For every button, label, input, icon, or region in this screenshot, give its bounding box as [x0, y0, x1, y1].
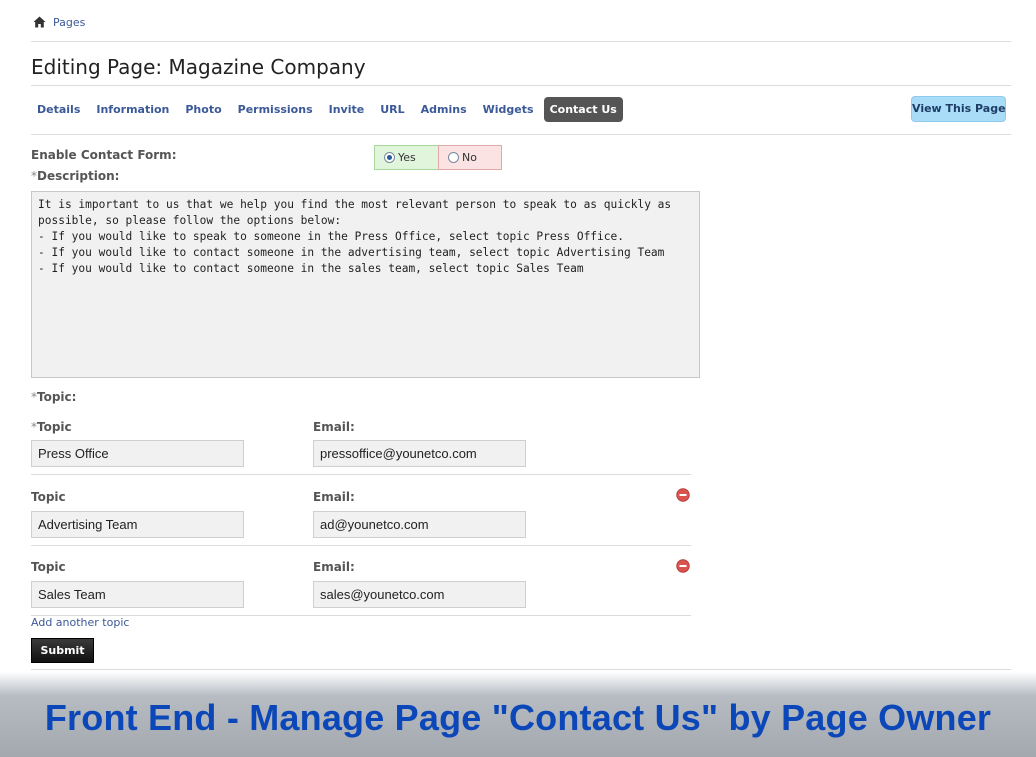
- page: Pages Editing Page: Magazine Company Det…: [0, 0, 1036, 757]
- tab-admins[interactable]: Admins: [415, 97, 473, 122]
- remove-topic-icon[interactable]: [676, 559, 690, 573]
- tab-widgets[interactable]: Widgets: [477, 97, 540, 122]
- tab-bar: Details Information Photo Permissions In…: [31, 97, 627, 122]
- divider: [31, 41, 1011, 42]
- topic-input[interactable]: Sales Team: [31, 581, 244, 608]
- tab-permissions[interactable]: Permissions: [232, 97, 319, 122]
- email-label: Email:: [313, 560, 355, 574]
- email-input[interactable]: pressoffice@younetco.com: [313, 440, 526, 467]
- topic-input[interactable]: Advertising Team: [31, 511, 244, 538]
- home-icon[interactable]: [33, 16, 46, 28]
- topic-label: Topic: [31, 490, 66, 504]
- divider: [31, 669, 1011, 670]
- divider: [31, 85, 1011, 86]
- tab-photo[interactable]: Photo: [179, 97, 227, 122]
- radio-no[interactable]: [448, 152, 459, 163]
- caption-text: Front End - Manage Page "Contact Us" by …: [44, 697, 992, 738]
- topic-label: Topic: [31, 560, 66, 574]
- topic-label: *Topic: [31, 420, 72, 434]
- tab-details[interactable]: Details: [31, 97, 86, 122]
- submit-button[interactable]: Submit: [31, 638, 94, 663]
- tab-invite[interactable]: Invite: [323, 97, 371, 122]
- email-input[interactable]: ad@younetco.com: [313, 511, 526, 538]
- add-another-topic-link[interactable]: Add another topic: [31, 616, 129, 629]
- description-label: *Description:: [31, 169, 119, 183]
- email-label: Email:: [313, 490, 355, 504]
- topic-label-text: Topic: [37, 420, 72, 434]
- radio-yes[interactable]: [384, 152, 395, 163]
- breadcrumb-pages-link[interactable]: Pages: [53, 16, 85, 29]
- tab-url[interactable]: URL: [374, 97, 410, 122]
- breadcrumb: Pages: [33, 14, 85, 30]
- radio-no-label: No: [462, 151, 477, 164]
- description-textarea[interactable]: It is important to us that we help you f…: [31, 191, 700, 378]
- divider: [31, 134, 1011, 135]
- remove-topic-icon[interactable]: [676, 488, 690, 502]
- topic-section-label: *Topic:: [31, 390, 76, 404]
- radio-yes-label: Yes: [398, 151, 416, 164]
- topic-input[interactable]: Press Office: [31, 440, 244, 467]
- page-title: Editing Page: Magazine Company: [31, 55, 366, 79]
- view-this-page-button[interactable]: View This Page: [911, 96, 1006, 122]
- row-divider: [31, 615, 691, 616]
- topic-section-label-text: Topic:: [37, 390, 77, 404]
- enable-no-option[interactable]: No: [438, 145, 502, 170]
- tab-information[interactable]: Information: [90, 97, 175, 122]
- description-label-text: Description:: [37, 169, 120, 183]
- enable-yes-option[interactable]: Yes: [374, 145, 439, 170]
- row-divider: [31, 545, 691, 546]
- tab-contact-us[interactable]: Contact Us: [543, 97, 623, 122]
- row-divider: [31, 474, 691, 475]
- enable-contact-form-label: Enable Contact Form:: [31, 148, 177, 162]
- email-label: Email:: [313, 420, 355, 434]
- email-input[interactable]: sales@younetco.com: [313, 581, 526, 608]
